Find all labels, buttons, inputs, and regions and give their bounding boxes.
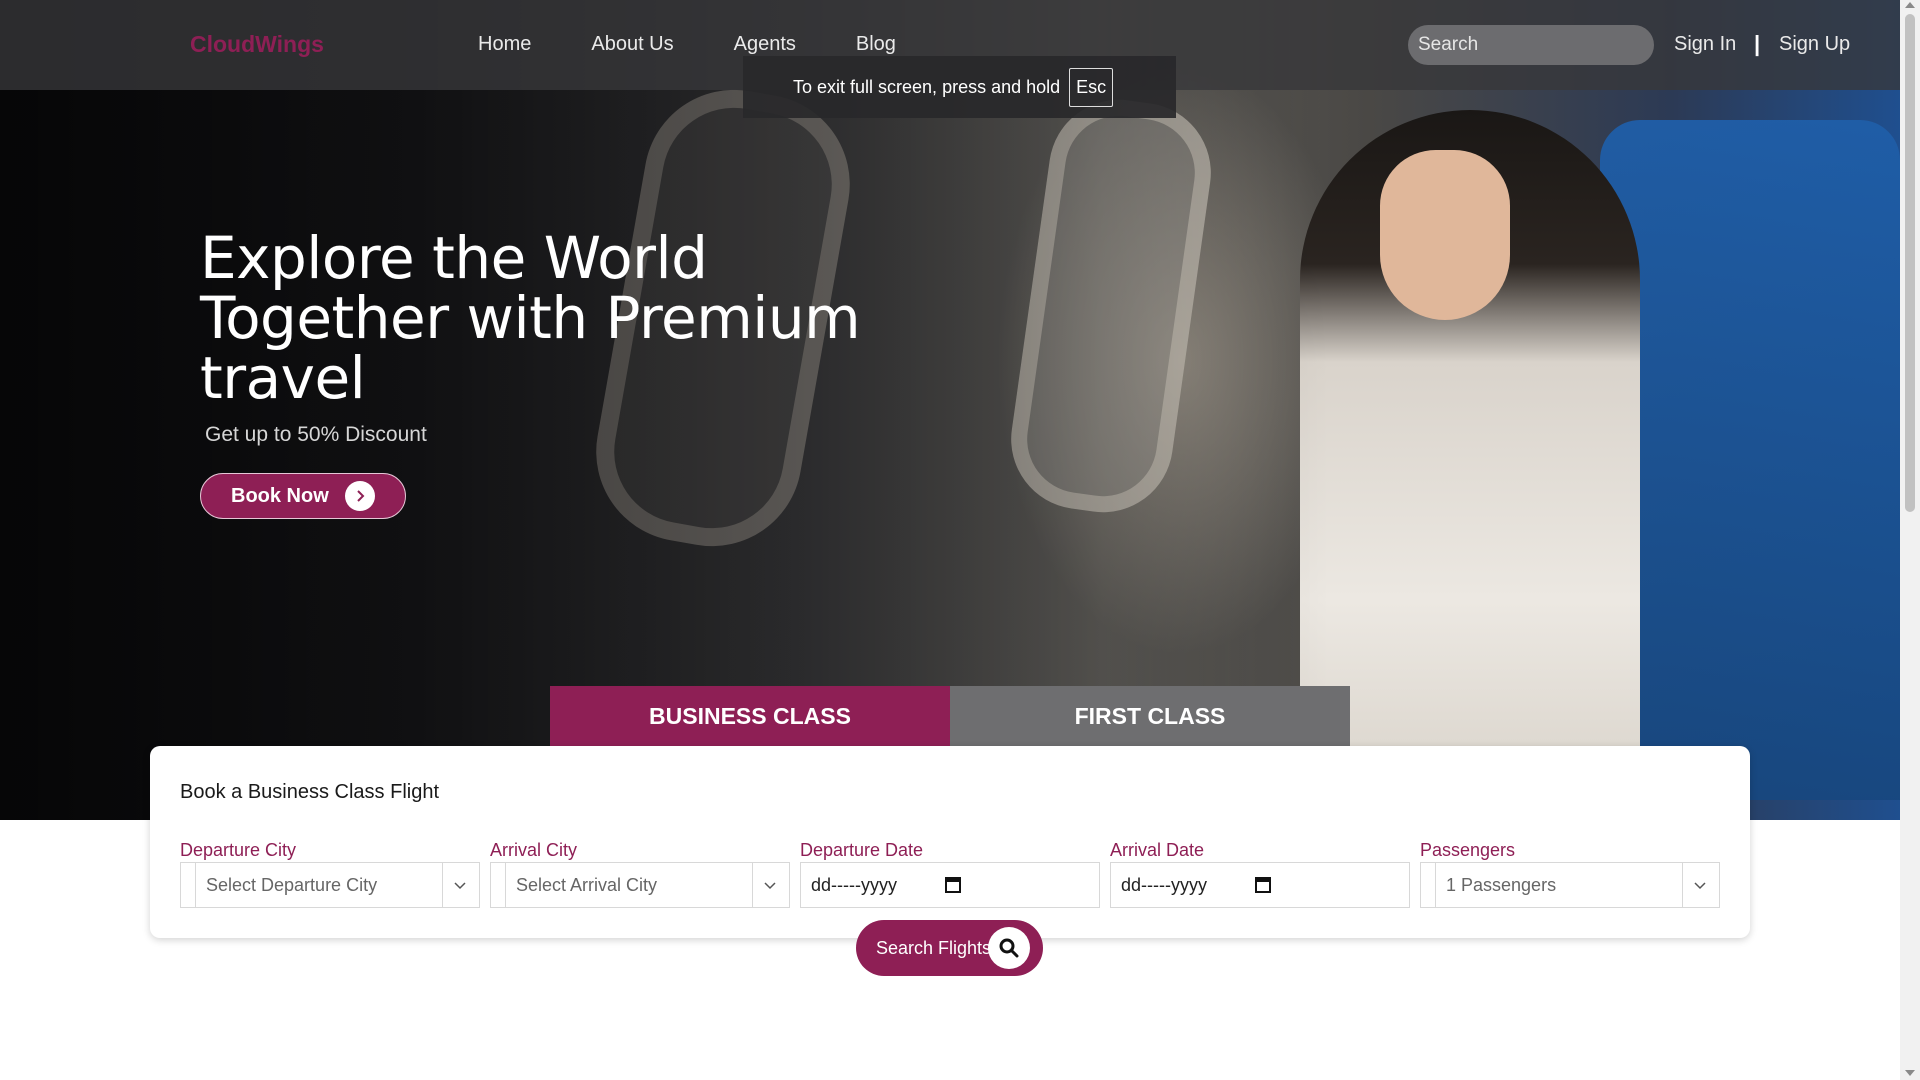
passengers-select[interactable]: 1 Passengers: [1420, 862, 1720, 908]
tab-business-class[interactable]: BUSINESS CLASS: [550, 686, 950, 746]
sign-up-link[interactable]: Sign Up: [1779, 33, 1850, 56]
scroll-up-arrow-icon[interactable]: [1905, 2, 1915, 8]
passengers-label: Passengers: [1420, 840, 1516, 860]
hero-title: Explore the World Together with Premium …: [200, 224, 861, 412]
esc-key-badge: Esc: [1069, 67, 1114, 107]
nav-divider: |: [1754, 31, 1761, 56]
arrival-date-input[interactable]: dd-----yyyy: [1110, 862, 1410, 908]
booking-title: Book a Business Class Flight: [180, 781, 440, 803]
nav-link-home[interactable]: Home: [478, 33, 531, 56]
departure-city-value: Select Departure City: [195, 863, 443, 907]
hero-subtitle: Get up to 50% Discount: [205, 423, 427, 446]
scroll-down-arrow-icon[interactable]: [1905, 1070, 1915, 1076]
booking-card: Book a Business Class Flight Departure C…: [150, 746, 1750, 938]
departure-city-label: Departure City: [180, 840, 297, 860]
search-icon: [988, 927, 1030, 969]
passengers-value: 1 Passengers: [1435, 863, 1683, 907]
search-flights-label: Search Flights: [876, 937, 992, 958]
chevron-down-icon: [764, 882, 776, 890]
page-scrollbar[interactable]: [1900, 0, 1920, 1080]
arrival-date-label: Arrival Date: [1110, 840, 1205, 860]
fullscreen-exit-notice: To exit full screen, press and hold Esc: [743, 56, 1176, 118]
calendar-icon[interactable]: [1255, 876, 1271, 893]
calendar-icon[interactable]: [945, 876, 961, 893]
chevron-down-icon: [1694, 882, 1706, 890]
departure-date-value: dd-----yyyy: [811, 874, 897, 895]
chevron-down-icon: [454, 882, 466, 890]
nav-link-about-us[interactable]: About Us: [591, 33, 673, 56]
nav-link-blog[interactable]: Blog: [856, 33, 896, 56]
chevron-right-icon: [345, 481, 375, 511]
arrival-city-select[interactable]: Select Arrival City: [490, 862, 790, 908]
departure-date-input[interactable]: dd-----yyyy: [800, 862, 1100, 908]
tab-first-class[interactable]: FIRST CLASS: [950, 686, 1350, 746]
search-flights-button[interactable]: Search Flights: [856, 920, 1043, 976]
book-now-button[interactable]: Book Now: [200, 473, 406, 519]
fullscreen-notice-text: To exit full screen, press and hold: [793, 76, 1061, 97]
scrollbar-thumb[interactable]: [1905, 14, 1915, 512]
search-input[interactable]: [1408, 25, 1654, 65]
nav-links: Home About Us Agents Blog: [478, 33, 956, 56]
sign-in-link[interactable]: Sign In: [1674, 33, 1736, 56]
nav-link-agents[interactable]: Agents: [734, 33, 796, 56]
logo[interactable]: CloudWings: [190, 31, 324, 58]
arrival-city-label: Arrival City: [490, 840, 578, 860]
departure-date-label: Departure Date: [800, 840, 924, 860]
arrival-city-value: Select Arrival City: [505, 863, 753, 907]
book-now-label: Book Now: [231, 484, 329, 507]
arrival-date-value: dd-----yyyy: [1121, 874, 1207, 895]
departure-city-select[interactable]: Select Departure City: [180, 862, 480, 908]
